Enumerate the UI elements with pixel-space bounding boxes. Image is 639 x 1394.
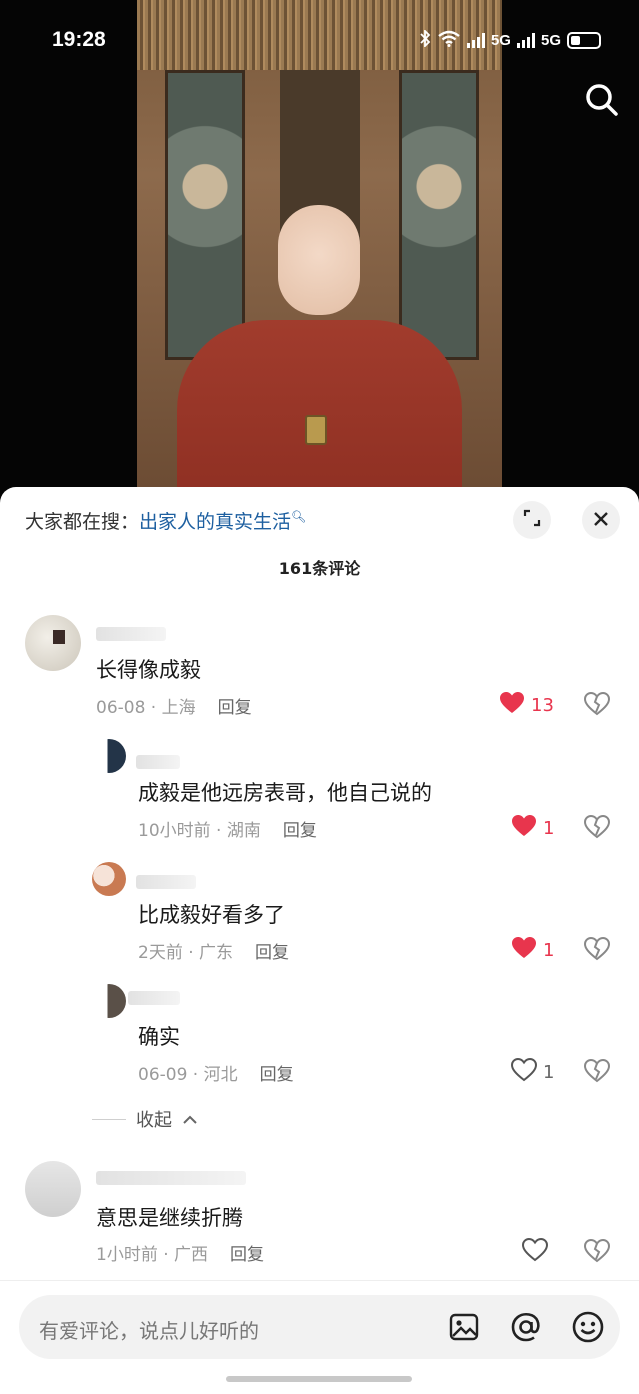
broken-heart-icon[interactable] (583, 1238, 611, 1264)
like-count: 1 (543, 818, 555, 839)
comment-location: 河北 (203, 1065, 238, 1085)
collapse-label: 收起 (136, 1110, 172, 1131)
heart-icon (521, 1237, 549, 1267)
broken-heart-icon[interactable] (583, 814, 611, 840)
chevron-up-icon (182, 1109, 198, 1130)
image-icon[interactable] (447, 1310, 481, 1344)
comment-text: 比成毅好看多了 (138, 903, 285, 927)
collapse-replies-button[interactable]: 收起 (92, 1106, 198, 1132)
expand-icon (522, 508, 542, 532)
bluetooth-icon (419, 28, 431, 51)
at-icon[interactable] (509, 1310, 543, 1344)
broken-heart-icon[interactable] (583, 936, 611, 962)
comment-count: 161条评论 (278, 559, 361, 578)
comment-text: 意思是继续折腾 (96, 1206, 243, 1230)
comment-meta: 06-09 · 河北 回复 (138, 1065, 294, 1085)
comment-text: 确实 (138, 1025, 180, 1049)
comment-time: 06-08 (96, 698, 146, 718)
username[interactable] (136, 755, 180, 769)
signal-icon (466, 33, 485, 48)
like-count: 1 (543, 1062, 555, 1083)
comment-meta: 2天前 · 广东 回复 (138, 943, 290, 963)
status-bar: 19:28 5G 5G (0, 0, 639, 80)
comment-time: 06-09 (138, 1065, 188, 1085)
video-person-head (278, 205, 360, 315)
avatar[interactable] (92, 739, 126, 773)
like-button[interactable]: 1 (511, 814, 554, 843)
comment-location: 湖南 (226, 821, 261, 841)
comment-meta: 06-08 · 上海 回复 (96, 698, 252, 718)
like-button[interactable] (521, 1237, 549, 1267)
video-player[interactable]: 19:28 5G 5G (0, 0, 639, 500)
like-button[interactable]: 13 (499, 691, 554, 720)
comment-meta: 1小时前 · 广西 回复 (96, 1245, 265, 1265)
heart-icon (510, 1057, 538, 1087)
close-button[interactable] (582, 501, 620, 539)
avatar[interactable] (92, 862, 126, 896)
comment-location: 上海 (161, 698, 196, 718)
trending-search-term[interactable]: 出家人的真实生活 (139, 511, 291, 533)
search-icon[interactable] (584, 82, 620, 118)
network-label-2: 5G (540, 32, 561, 49)
avatar[interactable] (25, 1161, 81, 1217)
username[interactable] (96, 627, 166, 641)
broken-heart-icon[interactable] (583, 1058, 611, 1084)
reply-button[interactable]: 回复 (218, 698, 252, 718)
comment-text: 成毅是他远房表哥，他自己说的 (138, 781, 432, 805)
reply-button[interactable]: 回复 (260, 1065, 294, 1085)
trending-search-prefix: 大家都在搜： (25, 511, 140, 533)
reply-button[interactable]: 回复 (230, 1245, 264, 1265)
video-buddha-hand-panel-right (399, 70, 479, 360)
comment-input-placeholder: 有爱评论，说点儿好听的 (39, 1319, 259, 1343)
close-icon (593, 508, 609, 533)
emoji-icon[interactable] (571, 1310, 605, 1344)
like-button[interactable]: 1 (510, 1057, 555, 1087)
comment-input-bar: 有爱评论，说点儿好听的 (0, 1280, 639, 1394)
video-person-robe (177, 320, 462, 500)
expand-button[interactable] (513, 501, 551, 539)
reply-button[interactable]: 回复 (255, 943, 289, 963)
heart-icon (511, 936, 537, 965)
network-label-1: 5G (490, 32, 511, 49)
home-indicator[interactable] (226, 1376, 412, 1382)
trending-search[interactable]: 大家都在搜：出家人的真实生活🔍︎ (25, 507, 306, 534)
video-pendant (305, 415, 327, 445)
username[interactable] (136, 875, 196, 889)
reply-button[interactable]: 回复 (283, 821, 317, 841)
status-time: 19:28 (52, 28, 106, 51)
heart-icon (499, 691, 525, 720)
like-count: 1 (543, 940, 555, 961)
status-icons: 5G 5G (419, 28, 601, 51)
wifi-icon (437, 30, 461, 51)
comment-time: 10小时前 (138, 821, 211, 841)
like-button[interactable]: 1 (511, 936, 554, 965)
comment-sheet: 大家都在搜：出家人的真实生活🔍︎ 161条评论 长得像成毅 06-08 · 上海… (0, 487, 639, 1394)
comment-input[interactable]: 有爱评论，说点儿好听的 (19, 1295, 620, 1359)
comment-location: 广东 (199, 943, 234, 963)
search-icon: 🔍︎ (291, 509, 307, 524)
video-buddha-hand-panel-left (165, 70, 245, 360)
broken-heart-icon[interactable] (583, 691, 611, 717)
avatar[interactable] (25, 615, 81, 671)
avatar[interactable] (92, 984, 126, 1018)
signal-icon-2 (516, 33, 535, 48)
comment-time: 1小时前 (96, 1245, 158, 1265)
username[interactable] (96, 1171, 246, 1185)
like-count: 13 (531, 695, 554, 716)
comment-time: 2天前 (138, 943, 183, 963)
username[interactable] (128, 991, 180, 1005)
comment-location: 广西 (174, 1245, 209, 1265)
battery-icon (567, 32, 601, 49)
divider (92, 1118, 126, 1120)
heart-icon (511, 814, 537, 843)
comment-meta: 10小时前 · 湖南 回复 (138, 821, 317, 841)
comment-text: 长得像成毅 (96, 658, 201, 682)
